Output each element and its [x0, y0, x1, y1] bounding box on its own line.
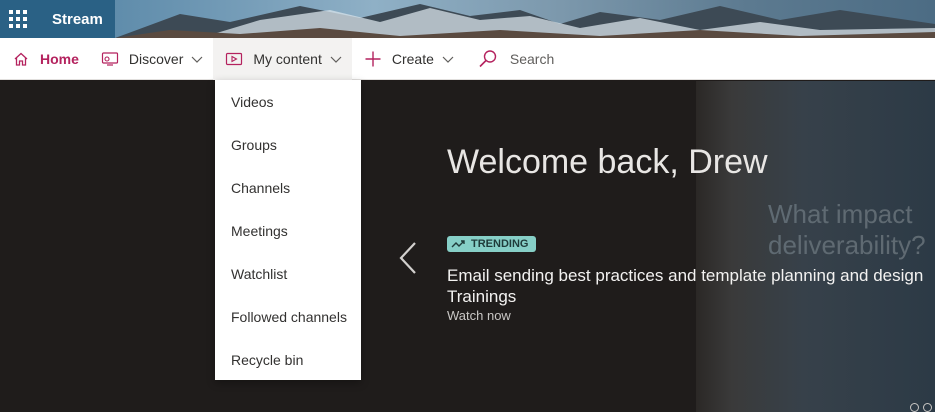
carousel-prev-button[interactable]: [394, 238, 422, 278]
trending-badge: TRENDING: [447, 236, 537, 252]
menu-item-followed-channels[interactable]: Followed channels: [215, 295, 361, 338]
menu-item-videos[interactable]: Videos: [215, 80, 361, 123]
nav-home[interactable]: Home: [0, 38, 89, 80]
chevron-down-icon: [442, 53, 454, 65]
discover-icon: [101, 50, 119, 68]
search-icon: [478, 49, 498, 69]
carousel-dots: [910, 403, 932, 412]
waffle-icon: [9, 10, 27, 28]
nav-home-label: Home: [40, 50, 79, 67]
thumbnail-text: What impact deliverability?: [768, 199, 926, 261]
nav-create[interactable]: Create: [352, 38, 464, 80]
menu-item-recycle-bin[interactable]: Recycle bin: [215, 338, 361, 381]
welcome-heading: Welcome back, Drew: [447, 143, 768, 181]
nav-discover[interactable]: Discover: [89, 38, 213, 80]
top-banner: Stream: [0, 0, 935, 38]
menu-item-watchlist[interactable]: Watchlist: [215, 252, 361, 295]
trending-label: TRENDING: [471, 238, 529, 250]
nav-discover-label: Discover: [128, 50, 184, 67]
chevron-left-icon: [399, 242, 416, 274]
my-content-dropdown: Videos Groups Channels Meetings Watchlis…: [215, 80, 361, 380]
home-icon: [12, 50, 30, 68]
app-launcher-button[interactable]: [0, 0, 36, 38]
plus-icon: [364, 50, 382, 68]
nav-my-content[interactable]: My content: [213, 37, 352, 80]
carousel-dot[interactable]: [910, 403, 919, 412]
chevron-down-icon: [191, 53, 203, 65]
mountain-banner-image: [115, 4, 935, 38]
video-title[interactable]: Email sending best practices and templat…: [447, 265, 935, 307]
chevron-down-icon: [330, 53, 342, 65]
watch-now-link[interactable]: Watch now: [447, 308, 511, 323]
menu-item-meetings[interactable]: Meetings: [215, 209, 361, 252]
menu-item-groups[interactable]: Groups: [215, 123, 361, 166]
app-name[interactable]: Stream: [52, 11, 103, 28]
app-tile: Stream: [0, 0, 115, 38]
my-content-icon: [225, 50, 243, 68]
nav-create-label: Create: [391, 50, 434, 67]
trending-icon: [451, 239, 465, 249]
carousel-dot[interactable]: [923, 403, 932, 412]
video-thumbnail[interactable]: What impact deliverability?: [696, 81, 935, 412]
search-input[interactable]: [509, 50, 660, 67]
nav-bar: Home Discover My content Create: [0, 37, 935, 80]
thumbnail-text-line-1: What impact: [768, 199, 913, 229]
nav-my-content-label: My content: [253, 50, 322, 67]
search-box[interactable]: [478, 38, 660, 80]
hero-carousel: What impact deliverability? Welcome back…: [0, 81, 935, 412]
thumbnail-text-line-2: deliverability?: [768, 230, 926, 261]
menu-item-channels[interactable]: Channels: [215, 166, 361, 209]
